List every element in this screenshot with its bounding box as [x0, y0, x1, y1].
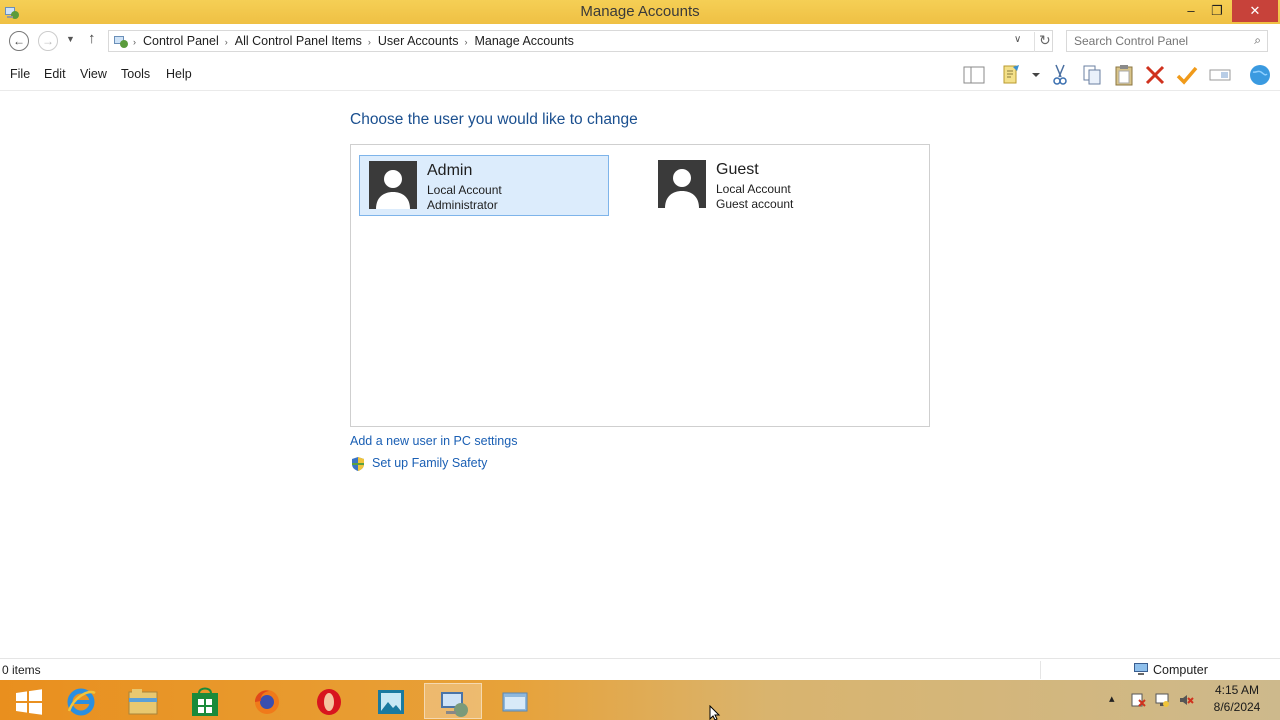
up-button[interactable]: ↑ [88, 30, 96, 47]
store-icon [192, 687, 218, 716]
maximize-button[interactable]: ❐ [1204, 0, 1230, 22]
account-type: Local Account [716, 182, 791, 196]
opera-icon [317, 689, 341, 715]
network-icon[interactable] [1154, 692, 1170, 708]
check-icon[interactable] [1175, 63, 1199, 87]
family-safety-shield-icon [352, 457, 364, 471]
breadcrumb-all-items[interactable]: All Control Panel Items [235, 34, 362, 48]
account-name: Admin [427, 162, 473, 179]
breadcrumb-separator[interactable]: › [464, 37, 467, 47]
add-user-link[interactable]: Add a new user in PC settings [350, 434, 517, 448]
taskbar-photos[interactable] [362, 683, 420, 719]
menu-help[interactable]: Help [166, 67, 192, 81]
clock-time: 4:15 AM [1214, 683, 1260, 697]
account-role: Guest account [716, 197, 794, 211]
address-bar[interactable]: › Control Panel › All Control Panel Items › U… [108, 30, 1053, 52]
taskbar-opera[interactable] [300, 683, 358, 719]
menu-view[interactable]: View [80, 67, 107, 81]
recent-locations-button[interactable]: ▼ [66, 34, 75, 44]
clock[interactable]: 4:15 AM 8/6/2024 [1206, 682, 1268, 716]
chevron-down-icon[interactable] [1030, 63, 1042, 87]
delete-icon[interactable] [1143, 63, 1167, 87]
menu-edit[interactable]: Edit [44, 67, 66, 81]
address-dropdown-button[interactable]: ∨ [1014, 34, 1021, 45]
internet-explorer-icon [67, 688, 96, 716]
status-bar: 0 items Computer [0, 658, 1280, 680]
status-divider [1040, 661, 1041, 679]
action-center-icon[interactable] [1130, 692, 1146, 708]
status-location: Computer [1153, 663, 1208, 677]
breadcrumb: › Control Panel › All Control Panel Items › U… [133, 34, 574, 48]
menu-file[interactable]: File [10, 67, 30, 81]
account-tile-guest[interactable]: Guest Local Account Guest account [649, 155, 899, 216]
search-input[interactable] [1074, 31, 1244, 51]
taskbar-store[interactable] [176, 683, 234, 719]
globe-icon[interactable] [1248, 63, 1272, 87]
control-panel-icon [441, 692, 468, 717]
search-icon[interactable]: ⌕ [1254, 33, 1261, 48]
back-button[interactable]: ← [9, 31, 29, 51]
breadcrumb-separator[interactable]: › [368, 37, 371, 47]
menu-bar: File Edit View Tools Help [0, 58, 1280, 91]
mouse-cursor-icon [709, 705, 721, 720]
volume-muted-icon[interactable] [1178, 692, 1194, 708]
menu-tools[interactable]: Tools [121, 67, 150, 81]
clock-date: 8/6/2024 [1213, 700, 1261, 714]
item-count: 0 items [2, 663, 41, 677]
account-type: Local Account [427, 183, 502, 197]
paste-icon[interactable] [1112, 63, 1136, 87]
window-title: Manage Accounts [580, 3, 700, 20]
minimize-button[interactable]: – [1178, 0, 1204, 22]
search-box[interactable]: ⌕ [1066, 30, 1268, 52]
refresh-button[interactable]: ↻ [1034, 32, 1054, 52]
user-avatar-icon [369, 161, 417, 209]
title-bar: Manage Accounts – ❐ ✕ [0, 0, 1280, 24]
taskbar-control-panel[interactable] [424, 683, 482, 719]
window-icon [502, 692, 528, 712]
photos-icon [378, 690, 404, 714]
breadcrumb-user-accounts[interactable]: User Accounts [378, 34, 459, 48]
taskbar-internet-explorer[interactable] [52, 683, 110, 719]
accounts-panel: Admin Local Account Administrator Guest … [350, 144, 930, 427]
family-safety-link[interactable]: Set up Family Safety [372, 456, 487, 470]
breadcrumb-control-panel[interactable]: Control Panel [143, 34, 219, 48]
breadcrumb-manage-accounts[interactable]: Manage Accounts [474, 34, 573, 48]
account-role: Administrator [427, 198, 498, 212]
navigation-bar: ← → ▼ ↑ › Control Panel › All Control Panel… [0, 24, 1280, 58]
taskbar-window[interactable] [486, 683, 544, 719]
control-panel-icon [114, 36, 128, 48]
breadcrumb-separator[interactable]: › [133, 37, 136, 47]
account-name: Guest [716, 161, 759, 178]
close-button[interactable]: ✕ [1232, 0, 1278, 22]
taskbar: ▴ 4:15 AM 8/6/2024 [0, 680, 1280, 720]
show-hidden-icons-button[interactable]: ▴ [1109, 692, 1115, 705]
firefox-icon [255, 690, 279, 714]
taskbar-firefox[interactable] [238, 683, 296, 719]
copy-icon[interactable] [1080, 63, 1104, 87]
file-explorer-icon [128, 689, 158, 715]
start-icon [16, 689, 42, 715]
start-button[interactable] [0, 683, 58, 719]
rename-icon[interactable] [1208, 63, 1232, 87]
taskbar-file-explorer[interactable] [114, 683, 172, 719]
properties-icon[interactable] [1000, 63, 1024, 87]
page-heading: Choose the user you would like to change [350, 111, 638, 128]
account-tile-admin[interactable]: Admin Local Account Administrator [359, 155, 609, 216]
computer-icon [1134, 663, 1148, 675]
forward-button[interactable]: → [38, 31, 58, 51]
breadcrumb-separator[interactable]: › [225, 37, 228, 47]
user-avatar-icon [658, 160, 706, 208]
cut-icon[interactable] [1048, 63, 1072, 87]
layout-pane-icon[interactable] [962, 63, 986, 87]
